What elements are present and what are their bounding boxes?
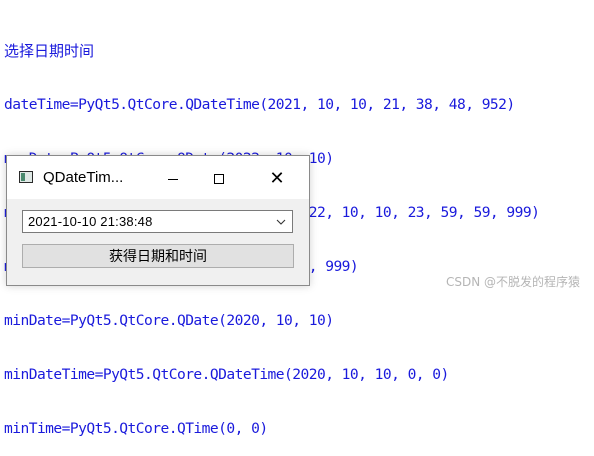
console-line-mindatetime: minDateTime=PyQt5.QtCore.QDateTime(2020,… [4, 366, 449, 383]
maximize-icon [214, 174, 224, 184]
chevron-down-icon [276, 219, 286, 225]
close-button[interactable]: ✕ [254, 164, 300, 194]
watermark: CSDN @不脱发的程序猿 [445, 275, 580, 289]
window-title: QDateTim... [43, 169, 124, 186]
console-line-mintime: minTime=PyQt5.QtCore.QTime(0, 0) [4, 420, 268, 437]
qt-window-icon [19, 171, 33, 183]
console-line-datetime: dateTime=PyQt5.QtCore.QDateTime(2021, 10… [4, 96, 515, 113]
qt-window: QDateTim... ✕ 2021-10-10 21:38:48 获得日期和时… [6, 155, 310, 286]
console-line-mindate: minDate=PyQt5.QtCore.QDate(2020, 10, 10) [4, 312, 334, 329]
minimize-icon [168, 178, 178, 180]
close-icon: ✕ [269, 168, 285, 189]
console-line-heading: 选择日期时间 [4, 42, 95, 60]
window-titlebar[interactable]: QDateTim... ✕ [7, 156, 309, 199]
minimize-button[interactable] [150, 164, 196, 194]
maximize-button[interactable] [196, 164, 242, 194]
datetime-value: 2021-10-10 21:38:48 [28, 214, 153, 229]
get-datetime-button[interactable]: 获得日期和时间 [22, 244, 294, 268]
datetime-combo[interactable]: 2021-10-10 21:38:48 [22, 210, 293, 233]
